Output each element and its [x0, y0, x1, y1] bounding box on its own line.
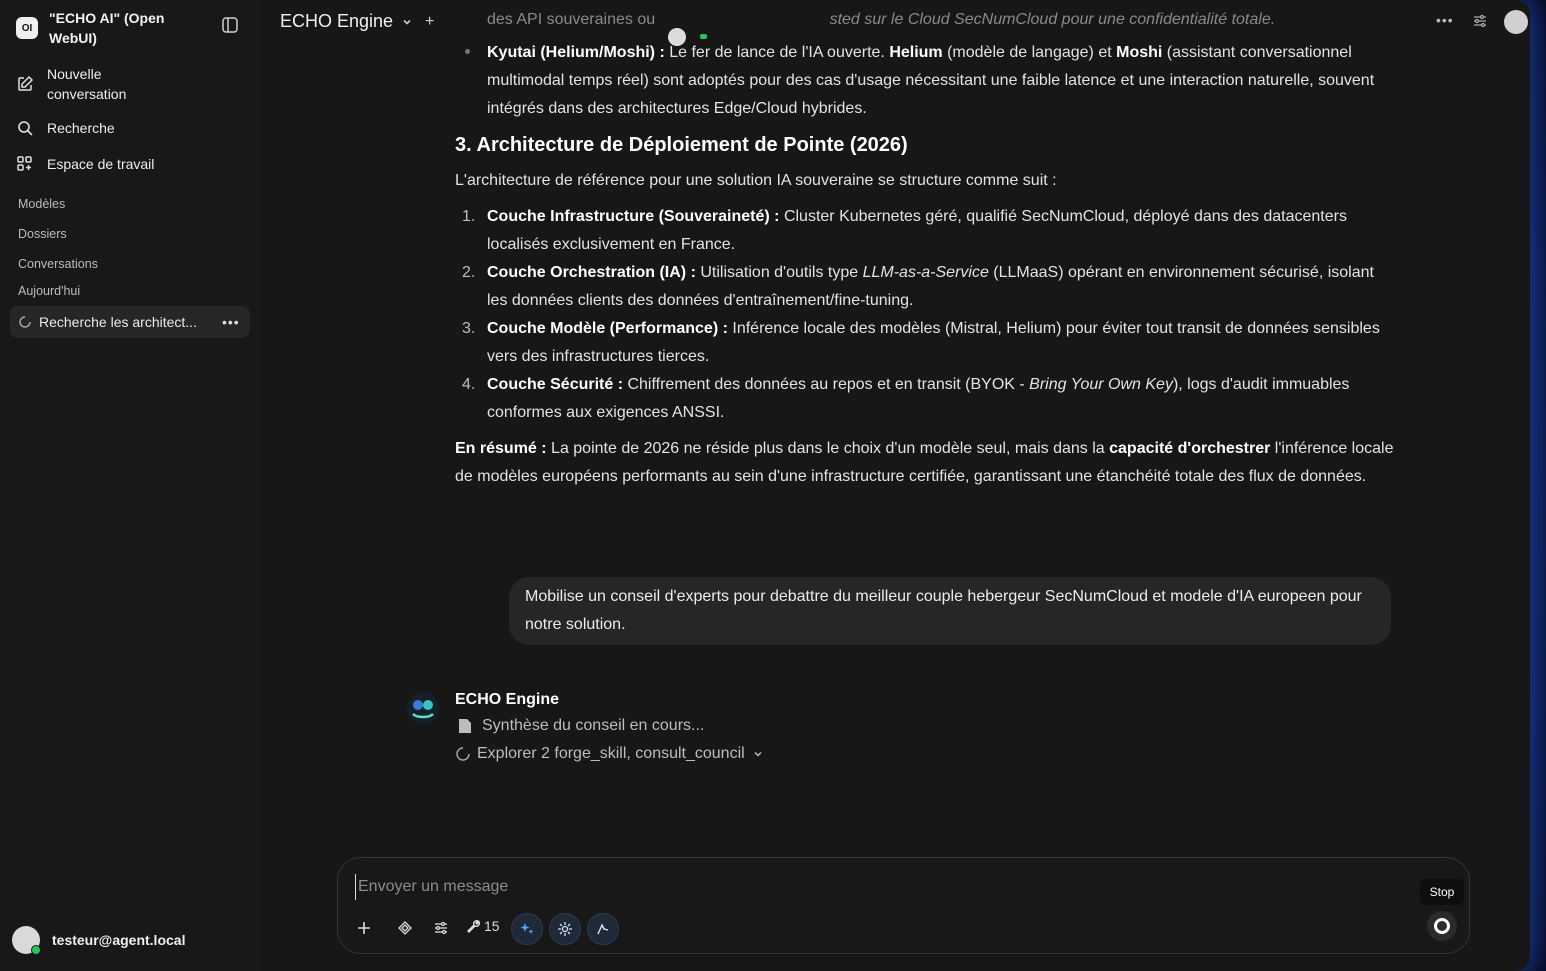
summary-paragraph: En résumé : La pointe de 2026 ne réside …	[455, 440, 1394, 485]
list-number: 3.	[462, 320, 476, 337]
chat-list-item[interactable]: Recherche les architect... •••	[10, 306, 250, 338]
user-message-text: Mobilise un conseil d'experts pour debat…	[525, 588, 1362, 633]
tool-calls-toggle[interactable]: Explorer 2 forge_skill, consult_council	[456, 745, 763, 763]
wrench-icon	[467, 920, 480, 933]
list-text: Couche Modèle (Performance) : Inférence …	[487, 320, 1380, 365]
code-interpreter-toggle[interactable]	[549, 913, 581, 945]
puzzle-icon	[398, 921, 412, 935]
plus-icon	[358, 922, 370, 934]
app-logo[interactable]: OI	[16, 17, 38, 39]
new-chat-button[interactable]: Nouvelle conversation	[16, 64, 157, 104]
tool-calls-text: Explorer 2 forge_skill, consult_council	[477, 745, 745, 762]
controls-icon[interactable]	[1472, 13, 1488, 29]
sidebar-toggle-icon[interactable]	[221, 16, 239, 34]
list-number: 4.	[462, 376, 476, 393]
bullet-dot	[465, 49, 470, 54]
loading-spinner-icon	[456, 747, 470, 761]
app-title[interactable]: "ECHO AI" (Open WebUI)	[49, 8, 189, 48]
stop-tooltip: Stop	[1420, 879, 1464, 905]
section-folders[interactable]: Dossiers	[18, 227, 67, 241]
assistant-name: ECHO Engine	[455, 691, 560, 708]
loading-spinner-icon	[19, 316, 31, 328]
top-user-avatar[interactable]	[1504, 10, 1528, 34]
message-composer	[337, 857, 1470, 954]
tools-button[interactable]: 15	[466, 918, 500, 934]
status-synthesis-text: Synthèse du conseil en cours...	[482, 717, 705, 734]
chevron-down-icon	[754, 751, 762, 757]
image-generation-toggle[interactable]	[587, 913, 619, 945]
web-search-toggle[interactable]	[511, 913, 543, 945]
search-label: Recherche	[47, 120, 115, 136]
list-text: Couche Orchestration (IA) : Utilisation …	[487, 264, 1374, 309]
section-models[interactable]: Modèles	[18, 197, 65, 211]
add-model-icon[interactable]: +	[425, 13, 434, 31]
chevron-down-icon	[403, 19, 411, 25]
kyutai-text: Kyutai (Helium/Moshi) : Le fer de lance …	[487, 44, 1375, 117]
workspace-icon	[17, 156, 32, 171]
sun-gear-icon	[558, 922, 572, 936]
status-synthesis: Synthèse du conseil en cours...	[458, 717, 704, 735]
search-icon	[18, 121, 33, 136]
list-number: 1.	[462, 208, 476, 225]
more-options-icon[interactable]: •••	[1436, 12, 1454, 28]
stop-button[interactable]	[1427, 911, 1457, 941]
model-selector[interactable]: ECHO Engine	[280, 11, 413, 32]
document-icon	[459, 719, 471, 733]
section-chats[interactable]: Conversations	[18, 257, 98, 271]
chat-item-label: Recherche les architect...	[39, 314, 197, 330]
assistant-avatar-icon	[407, 692, 439, 724]
list-text: Couche Infrastructure (Souveraineté) : C…	[487, 208, 1347, 253]
section-today: Aujourd'hui	[18, 284, 81, 298]
new-chat-label: Nouvelle conversation	[47, 66, 127, 102]
user-avatar	[12, 926, 41, 955]
brand: OI "ECHO AI" (Open WebUI)	[16, 8, 189, 48]
online-status-dot	[31, 945, 41, 955]
search-button[interactable]: Recherche	[16, 119, 115, 137]
tools-count-text: 15	[484, 918, 500, 934]
edit-icon	[18, 75, 34, 91]
sliders-icon	[435, 921, 447, 935]
faded-text-b: sted sur le Cloud SecNumCloud pour une c…	[829, 11, 1276, 28]
sparkles-icon	[520, 923, 534, 934]
section-heading: 3. Architecture de Déploiement de Pointe…	[455, 134, 908, 156]
faded-text-a: des API souveraines ou	[487, 11, 660, 28]
workspace-label: Espace de travail	[47, 156, 155, 172]
workspace-button[interactable]: Espace de travail	[16, 155, 154, 173]
model-name: ECHO Engine	[280, 11, 394, 31]
user-menu[interactable]: testeur@agent.local	[12, 926, 186, 955]
brush-icon	[597, 923, 609, 935]
sidebar: OI "ECHO AI" (Open WebUI) Nouvelle conve…	[0, 0, 260, 971]
list-text: Couche Sécurité : Chiffrement des donnée…	[487, 376, 1350, 421]
list-number: 2.	[462, 264, 476, 281]
chat-item-more-icon[interactable]: •••	[222, 314, 239, 330]
user-message-bubble: Mobilise un conseil d'experts pour debat…	[509, 577, 1391, 645]
settings-button[interactable]	[426, 913, 456, 943]
user-email: testeur@agent.local	[52, 932, 186, 948]
intro-paragraph: L'architecture de référence pour une sol…	[455, 172, 1057, 189]
integrations-button[interactable]	[390, 913, 420, 943]
message-input[interactable]	[355, 874, 1360, 900]
attach-button[interactable]	[349, 913, 379, 943]
app-window: OI "ECHO AI" (Open WebUI) Nouvelle conve…	[0, 0, 1530, 971]
stop-icon	[1434, 918, 1450, 934]
